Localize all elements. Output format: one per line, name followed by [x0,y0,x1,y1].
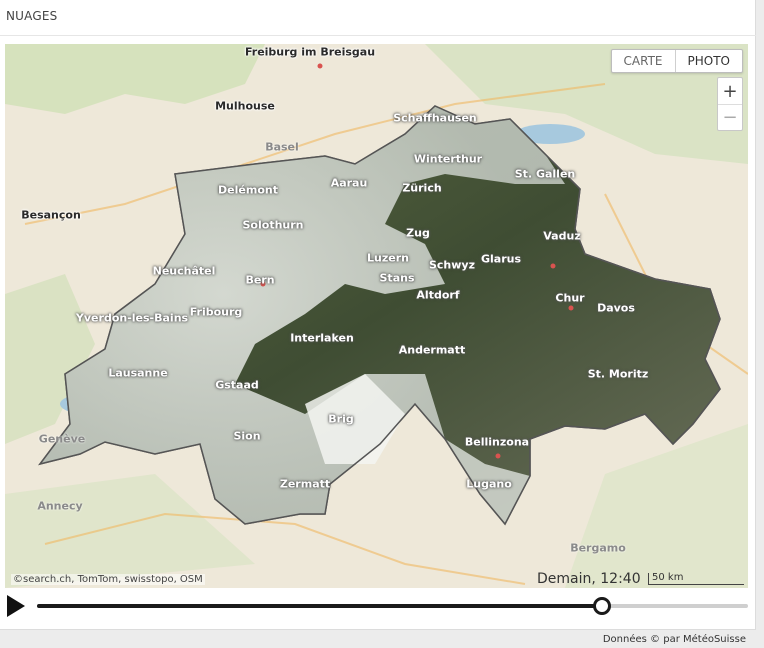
view-option-carte[interactable]: CARTE [612,50,675,72]
timeline-handle[interactable] [593,597,612,615]
place-label: Zürich [402,181,442,195]
place-label: St. Gallen [514,167,576,181]
place-label: Schaffhausen [393,111,477,125]
place-label: Gstaad [215,378,259,392]
timeline-slider[interactable] [37,597,748,615]
panel-title: NUAGES [6,9,58,23]
map-view-toggle: CARTE PHOTO [610,49,743,73]
place-label: Besançon [21,208,81,222]
cloud-panel: NUAGES Freiburg im Breisgau Mulhouse Bas… [0,0,756,630]
place-label: Genève [38,432,86,446]
place-label: Schwyz [428,258,476,272]
place-label: Chur [555,291,585,305]
city-marker [495,453,501,459]
city-marker [568,305,574,311]
place-label: Interlaken [290,331,354,345]
place-label: Brig [328,412,354,426]
place-label: Lugano [466,477,512,491]
city-marker [550,263,556,269]
place-label: Aarau [330,176,368,190]
place-label: Sion [233,429,261,443]
view-option-photo[interactable]: PHOTO [674,50,742,72]
place-label: Freiburg im Breisgau [244,45,376,59]
place-label: Delémont [218,183,278,197]
title-divider [0,35,756,36]
zoom-control: + − [717,77,743,131]
place-label: Glarus [480,252,522,266]
place-label: Solothurn [242,218,304,232]
place-label: Luzern [367,251,409,265]
map-view[interactable]: Freiburg im Breisgau Mulhouse Basel Scha… [5,44,748,588]
place-label: Bellinzona [464,435,530,449]
place-label: St. Moritz [587,367,649,381]
place-label: Fribourg [189,305,243,319]
place-label: Yverdon-les-Bains [75,311,189,325]
forecast-timestamp: Demain, 12:40 [537,571,641,587]
scale-bar: 50 km [648,573,744,585]
place-label: Annecy [37,499,83,513]
timeline-progress [37,604,603,608]
city-marker [317,63,323,69]
zoom-out-button[interactable]: − [718,104,742,130]
map-attribution: ©search.ch, TomTom, swisstopo, OSM [11,574,205,585]
place-label: Andermatt [398,343,466,357]
data-credit: Données © par MétéoSuisse [602,634,746,645]
place-label: Lausanne [108,366,168,380]
place-label: Altdorf [416,288,460,302]
play-icon[interactable] [6,594,26,618]
place-label: Mulhouse [215,99,275,113]
place-label: Zug [406,226,430,240]
place-label: Winterthur [413,152,483,166]
place-label: Zermatt [279,477,331,491]
place-label: Stans [379,271,415,285]
place-label: Neuchâtel [152,264,216,278]
place-label: Bergamo [570,541,626,555]
place-label: Bern [245,273,275,287]
zoom-in-button[interactable]: + [718,78,742,104]
place-label: Vaduz [543,229,581,243]
place-label: Basel [265,140,299,154]
place-label: Davos [597,301,635,315]
